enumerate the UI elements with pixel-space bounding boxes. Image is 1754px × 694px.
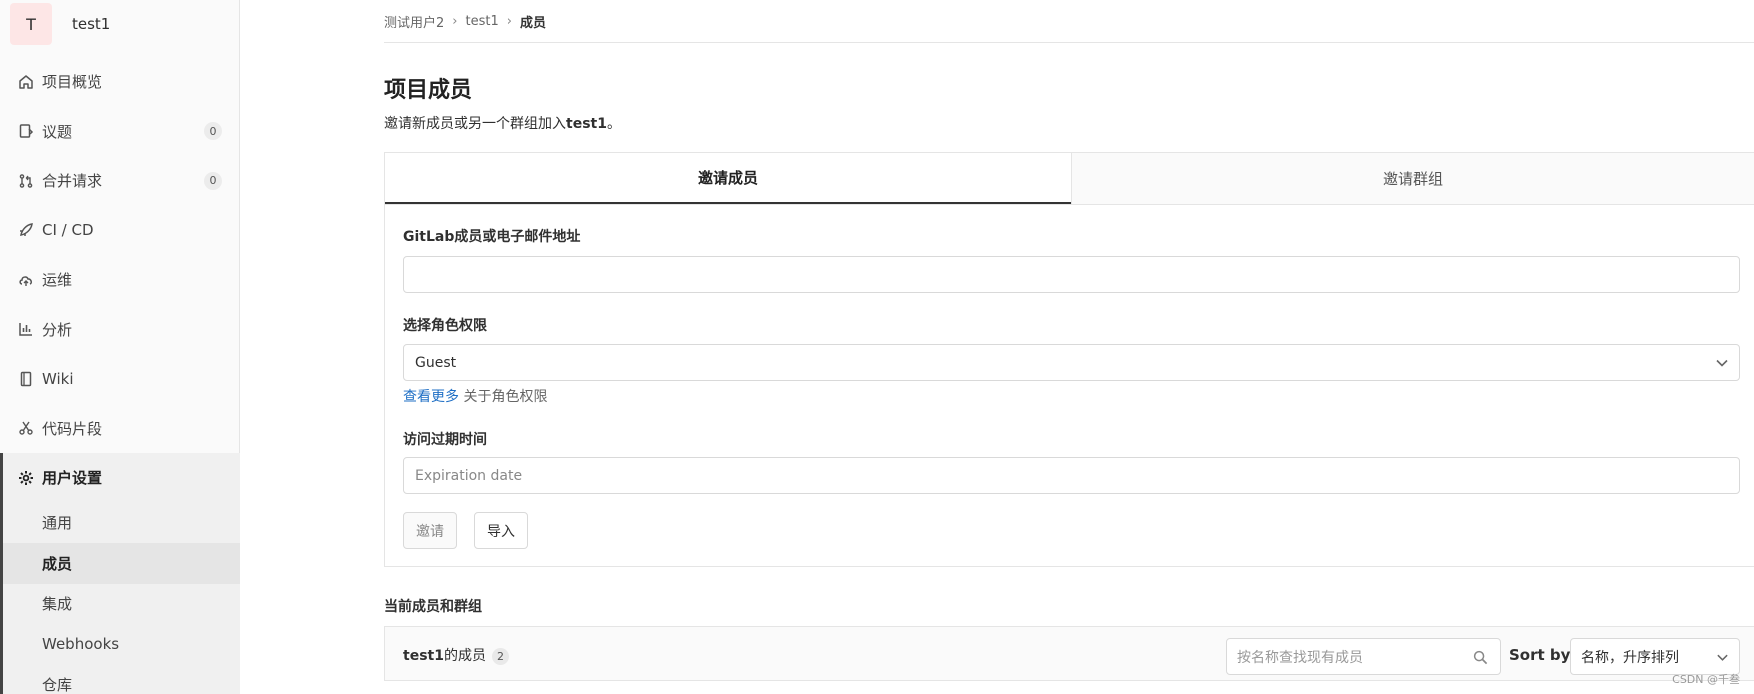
main-content: 测试用户2 › test1 › 成员 项目成员 邀请新成员或另一个群组加入tes… bbox=[384, 0, 1754, 694]
member-search-input[interactable] bbox=[403, 256, 1740, 293]
invite-panel: 邀请成员 邀请群组 GitLab成员或电子邮件地址 选择角色权限 Guest 查… bbox=[384, 152, 1754, 567]
invite-tabs: 邀请成员 邀请群组 bbox=[385, 153, 1754, 205]
members-count-badge: 2 bbox=[491, 647, 509, 665]
project-name[interactable]: test1 bbox=[72, 15, 110, 33]
sidebar-item-label: Wiki bbox=[42, 369, 74, 388]
sidebar-item-label: 合并请求 bbox=[42, 172, 103, 191]
role-select-value: Guest bbox=[415, 354, 457, 371]
role-help-link[interactable]: 查看更多 bbox=[403, 389, 459, 405]
sort-select[interactable]: 名称，升序排列 bbox=[1570, 638, 1740, 675]
role-help-text: 查看更多 关于角色权限 bbox=[403, 386, 547, 406]
sidebar-item-operations[interactable]: 运维 bbox=[0, 255, 240, 305]
members-title-suffix: 的成员 bbox=[443, 648, 486, 664]
members-section-title: 当前成员和群组 bbox=[384, 599, 482, 615]
tab-invite-group[interactable]: 邀请群组 bbox=[1071, 153, 1754, 204]
breadcrumb-current[interactable]: 成员 bbox=[520, 12, 546, 31]
sidebar-item-settings[interactable]: 用户设置 bbox=[3, 453, 240, 503]
sort-select-value: 名称，升序排列 bbox=[1581, 649, 1679, 666]
sidebar-subitem-repository[interactable]: 仓库 bbox=[3, 665, 240, 694]
breadcrumb-user[interactable]: 测试用户2 bbox=[384, 12, 444, 31]
sidebar-settings-group: 用户设置 通用 成员 集成 Webhooks 仓库 bbox=[0, 453, 240, 694]
sidebar-item-label: 代码片段 bbox=[42, 419, 103, 438]
watermark: CSDN @千叁 bbox=[1672, 673, 1740, 686]
chevron-right-icon: › bbox=[452, 13, 458, 29]
breadcrumb-project[interactable]: test1 bbox=[465, 14, 498, 29]
page-description-project: test1 bbox=[566, 116, 607, 132]
tab-invite-member[interactable]: 邀请成员 bbox=[385, 153, 1071, 204]
page-description: 邀请新成员或另一个群组加入test1。 bbox=[384, 113, 621, 133]
chevron-down-icon bbox=[1717, 654, 1728, 661]
import-button[interactable]: 导入 bbox=[474, 512, 528, 549]
member-filter-input[interactable]: 按名称查找现有成员 bbox=[1226, 638, 1501, 675]
merge-request-icon bbox=[16, 171, 36, 191]
sidebar: T test1 项目概览 议题 0 合并请求 0 CI / CD 运维 分析 W… bbox=[0, 0, 240, 694]
chevron-down-icon bbox=[1716, 359, 1728, 367]
scissors-icon bbox=[16, 418, 36, 438]
sidebar-item-label: 项目概览 bbox=[42, 73, 103, 92]
page-title: 项目成员 bbox=[384, 78, 473, 103]
sidebar-item-label: CI / CD bbox=[42, 221, 94, 240]
project-avatar[interactable]: T bbox=[10, 3, 52, 45]
gear-icon bbox=[16, 468, 36, 488]
sidebar-item-label: 运维 bbox=[42, 271, 73, 290]
merge-requests-count-badge: 0 bbox=[204, 171, 222, 190]
sidebar-subitem-general[interactable]: 通用 bbox=[3, 503, 240, 544]
sidebar-subitem-integrations[interactable]: 集成 bbox=[3, 584, 240, 625]
members-title-project: test1 bbox=[403, 648, 444, 664]
breadcrumb: 测试用户2 › test1 › 成员 bbox=[384, 0, 1754, 43]
book-icon bbox=[16, 369, 36, 389]
sidebar-item-merge-requests[interactable]: 合并请求 0 bbox=[0, 156, 240, 206]
sidebar-item-wiki[interactable]: Wiki bbox=[0, 354, 240, 404]
member-filter-placeholder: 按名称查找现有成员 bbox=[1237, 649, 1363, 666]
role-field-label: 选择角色权限 bbox=[403, 318, 487, 334]
sidebar-item-ci-cd[interactable]: CI / CD bbox=[0, 206, 240, 256]
sidebar-subitem-members[interactable]: 成员 bbox=[3, 543, 240, 584]
rocket-icon bbox=[16, 220, 36, 240]
sidebar-item-issues[interactable]: 议题 0 bbox=[0, 107, 240, 157]
sidebar-subitem-webhooks[interactable]: Webhooks bbox=[3, 624, 240, 665]
sidebar-item-analytics[interactable]: 分析 bbox=[0, 305, 240, 355]
chart-icon bbox=[16, 319, 36, 339]
page-description-prefix: 邀请新成员或另一个群组加入 bbox=[384, 116, 566, 132]
sidebar-item-label: 分析 bbox=[42, 320, 73, 339]
cloud-icon bbox=[16, 270, 36, 290]
home-icon bbox=[16, 72, 36, 92]
sort-label: Sort by bbox=[1509, 646, 1571, 664]
page-description-suffix: 。 bbox=[606, 116, 621, 132]
project-header[interactable]: T test1 bbox=[0, 0, 239, 48]
chevron-right-icon: › bbox=[506, 13, 512, 29]
issues-count-badge: 0 bbox=[204, 122, 222, 141]
sidebar-item-snippets[interactable]: 代码片段 bbox=[0, 404, 240, 454]
members-title: test1的成员 2 bbox=[403, 645, 509, 665]
sidebar-item-label: 用户设置 bbox=[42, 469, 103, 488]
invite-button[interactable]: 邀请 bbox=[403, 512, 457, 549]
sidebar-item-overview[interactable]: 项目概览 bbox=[0, 57, 240, 107]
sidebar-item-label: 议题 bbox=[42, 122, 73, 141]
member-field-label: GitLab成员或电子邮件地址 bbox=[403, 229, 581, 245]
expiry-field-label: 访问过期时间 bbox=[403, 432, 487, 448]
sidebar-nav: 项目概览 议题 0 合并请求 0 CI / CD 运维 分析 Wiki 代码片段… bbox=[0, 57, 240, 694]
members-header: test1的成员 2 按名称查找现有成员 Sort by 名称，升序排列 bbox=[384, 626, 1754, 681]
role-select[interactable]: Guest bbox=[403, 344, 1740, 381]
expiry-date-input[interactable]: Expiration date bbox=[403, 457, 1740, 494]
role-help-suffix: 关于角色权限 bbox=[459, 389, 548, 405]
issues-icon bbox=[16, 121, 36, 141]
search-icon bbox=[1473, 650, 1488, 665]
